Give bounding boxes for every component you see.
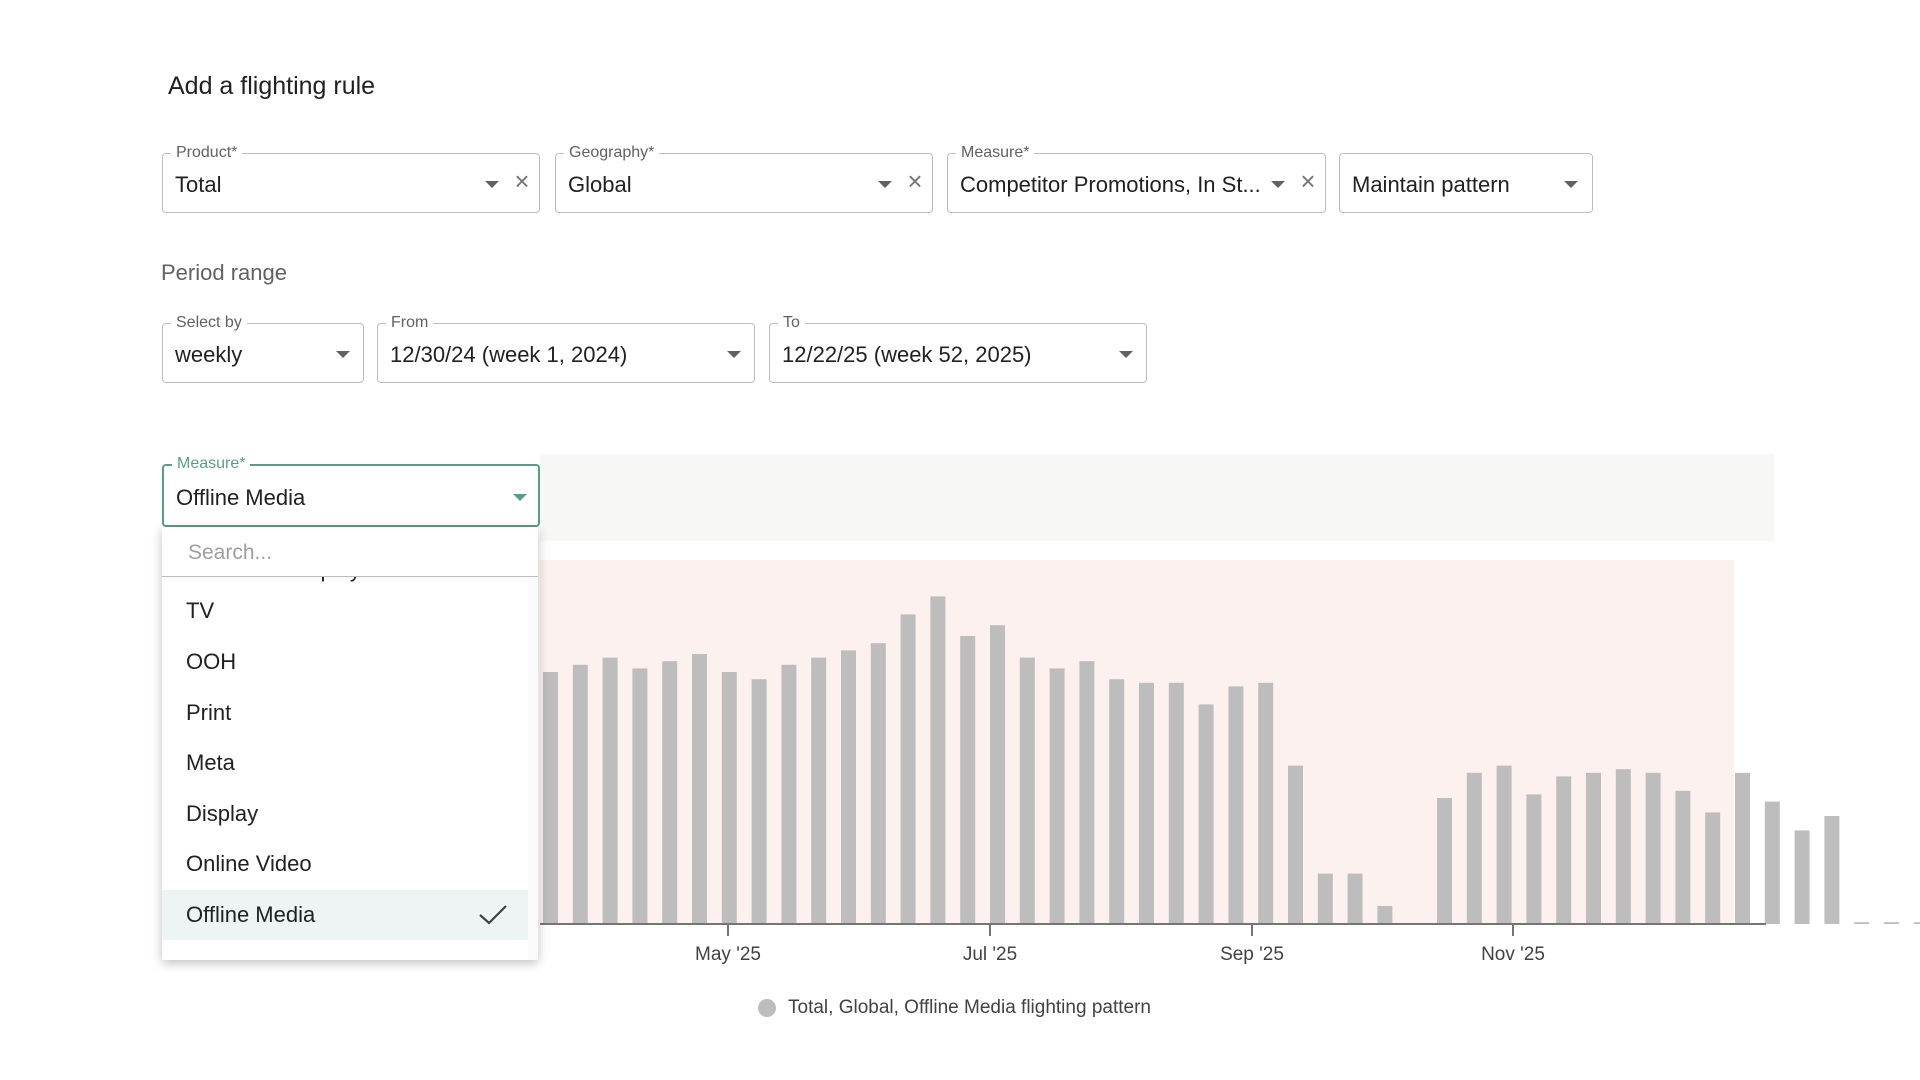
bar: [1317, 873, 1333, 924]
x-tick-label: Jul '25: [963, 944, 1017, 965]
bar: [1586, 772, 1601, 924]
bar: [900, 614, 916, 924]
bar: [1735, 772, 1750, 924]
bar: [1019, 657, 1035, 924]
measure-select-value: Offline Media: [176, 485, 306, 510]
bar: [1377, 906, 1393, 924]
bar: [1437, 798, 1452, 924]
bar: [543, 672, 558, 924]
bar: [1854, 922, 1870, 924]
measure-select-label: Measure*: [172, 455, 251, 473]
option-online-video[interactable]: Online Video: [162, 839, 528, 889]
bar: [870, 643, 886, 924]
bar: [1884, 922, 1899, 924]
bar: [1288, 765, 1303, 924]
option-ooh[interactable]: OOH: [162, 637, 528, 687]
bar: [662, 661, 678, 924]
measure-select[interactable]: Measure* Offline Media: [162, 455, 540, 527]
bar: [1049, 668, 1065, 924]
legend-label: Total, Global, Offline Media flighting p…: [788, 997, 1151, 1018]
bar: [751, 679, 767, 924]
chart-legend[interactable]: Total, Global, Offline Media flighting p…: [758, 996, 1151, 1020]
check-icon: [479, 905, 507, 925]
bar: [1109, 679, 1125, 924]
bar: [1258, 682, 1274, 924]
option-offline-media-label: Offline Media: [186, 902, 316, 927]
bar: [1913, 922, 1920, 924]
bar: [1645, 772, 1661, 924]
bar: [1705, 812, 1721, 924]
bar: [960, 636, 976, 924]
bar: [1198, 704, 1214, 924]
chevron-down-icon[interactable]: [513, 494, 527, 501]
bar: [841, 650, 856, 924]
bar: [1794, 830, 1810, 924]
option-print[interactable]: Print: [162, 688, 528, 738]
bar: [781, 664, 797, 924]
bar: [930, 596, 946, 924]
x-tick-label: May '25: [695, 944, 761, 965]
option-list: Feature & Display TV OOH Print Meta Disp…: [162, 577, 528, 960]
bar: [692, 654, 707, 924]
x-tick-label: Nov '25: [1481, 944, 1545, 965]
search-box: [162, 527, 538, 577]
search-input[interactable]: [186, 537, 510, 569]
option-display[interactable]: Display: [162, 789, 528, 839]
bar: [1347, 873, 1363, 924]
legend-swatch: [758, 999, 776, 1017]
measure-dropdown: Feature & Display TV OOH Print Meta Disp…: [162, 527, 538, 960]
bar: [572, 664, 588, 924]
bar: [1228, 686, 1244, 924]
bar: [990, 625, 1005, 924]
bar: [811, 657, 827, 924]
bar: [632, 668, 648, 924]
bar: [1675, 790, 1691, 924]
bar: [1556, 776, 1572, 924]
bar: [1168, 682, 1184, 924]
option-meta[interactable]: Meta: [162, 738, 528, 788]
bar: [721, 672, 737, 924]
bar: [1496, 765, 1512, 924]
bar: [1824, 816, 1840, 924]
bar: [1466, 772, 1482, 924]
highlight-band: [540, 560, 1734, 924]
option-tv[interactable]: TV: [162, 586, 528, 636]
bar: [1615, 769, 1631, 924]
x-tick-label: Sep '25: [1220, 944, 1284, 965]
option-offline-media[interactable]: Offline Media: [162, 890, 528, 940]
bar: [602, 657, 618, 924]
bar: [1526, 794, 1542, 924]
dropdown-scrollbar[interactable]: [528, 577, 538, 960]
bar: [1079, 661, 1095, 924]
bar: [1139, 682, 1154, 924]
bar: [1764, 801, 1780, 924]
